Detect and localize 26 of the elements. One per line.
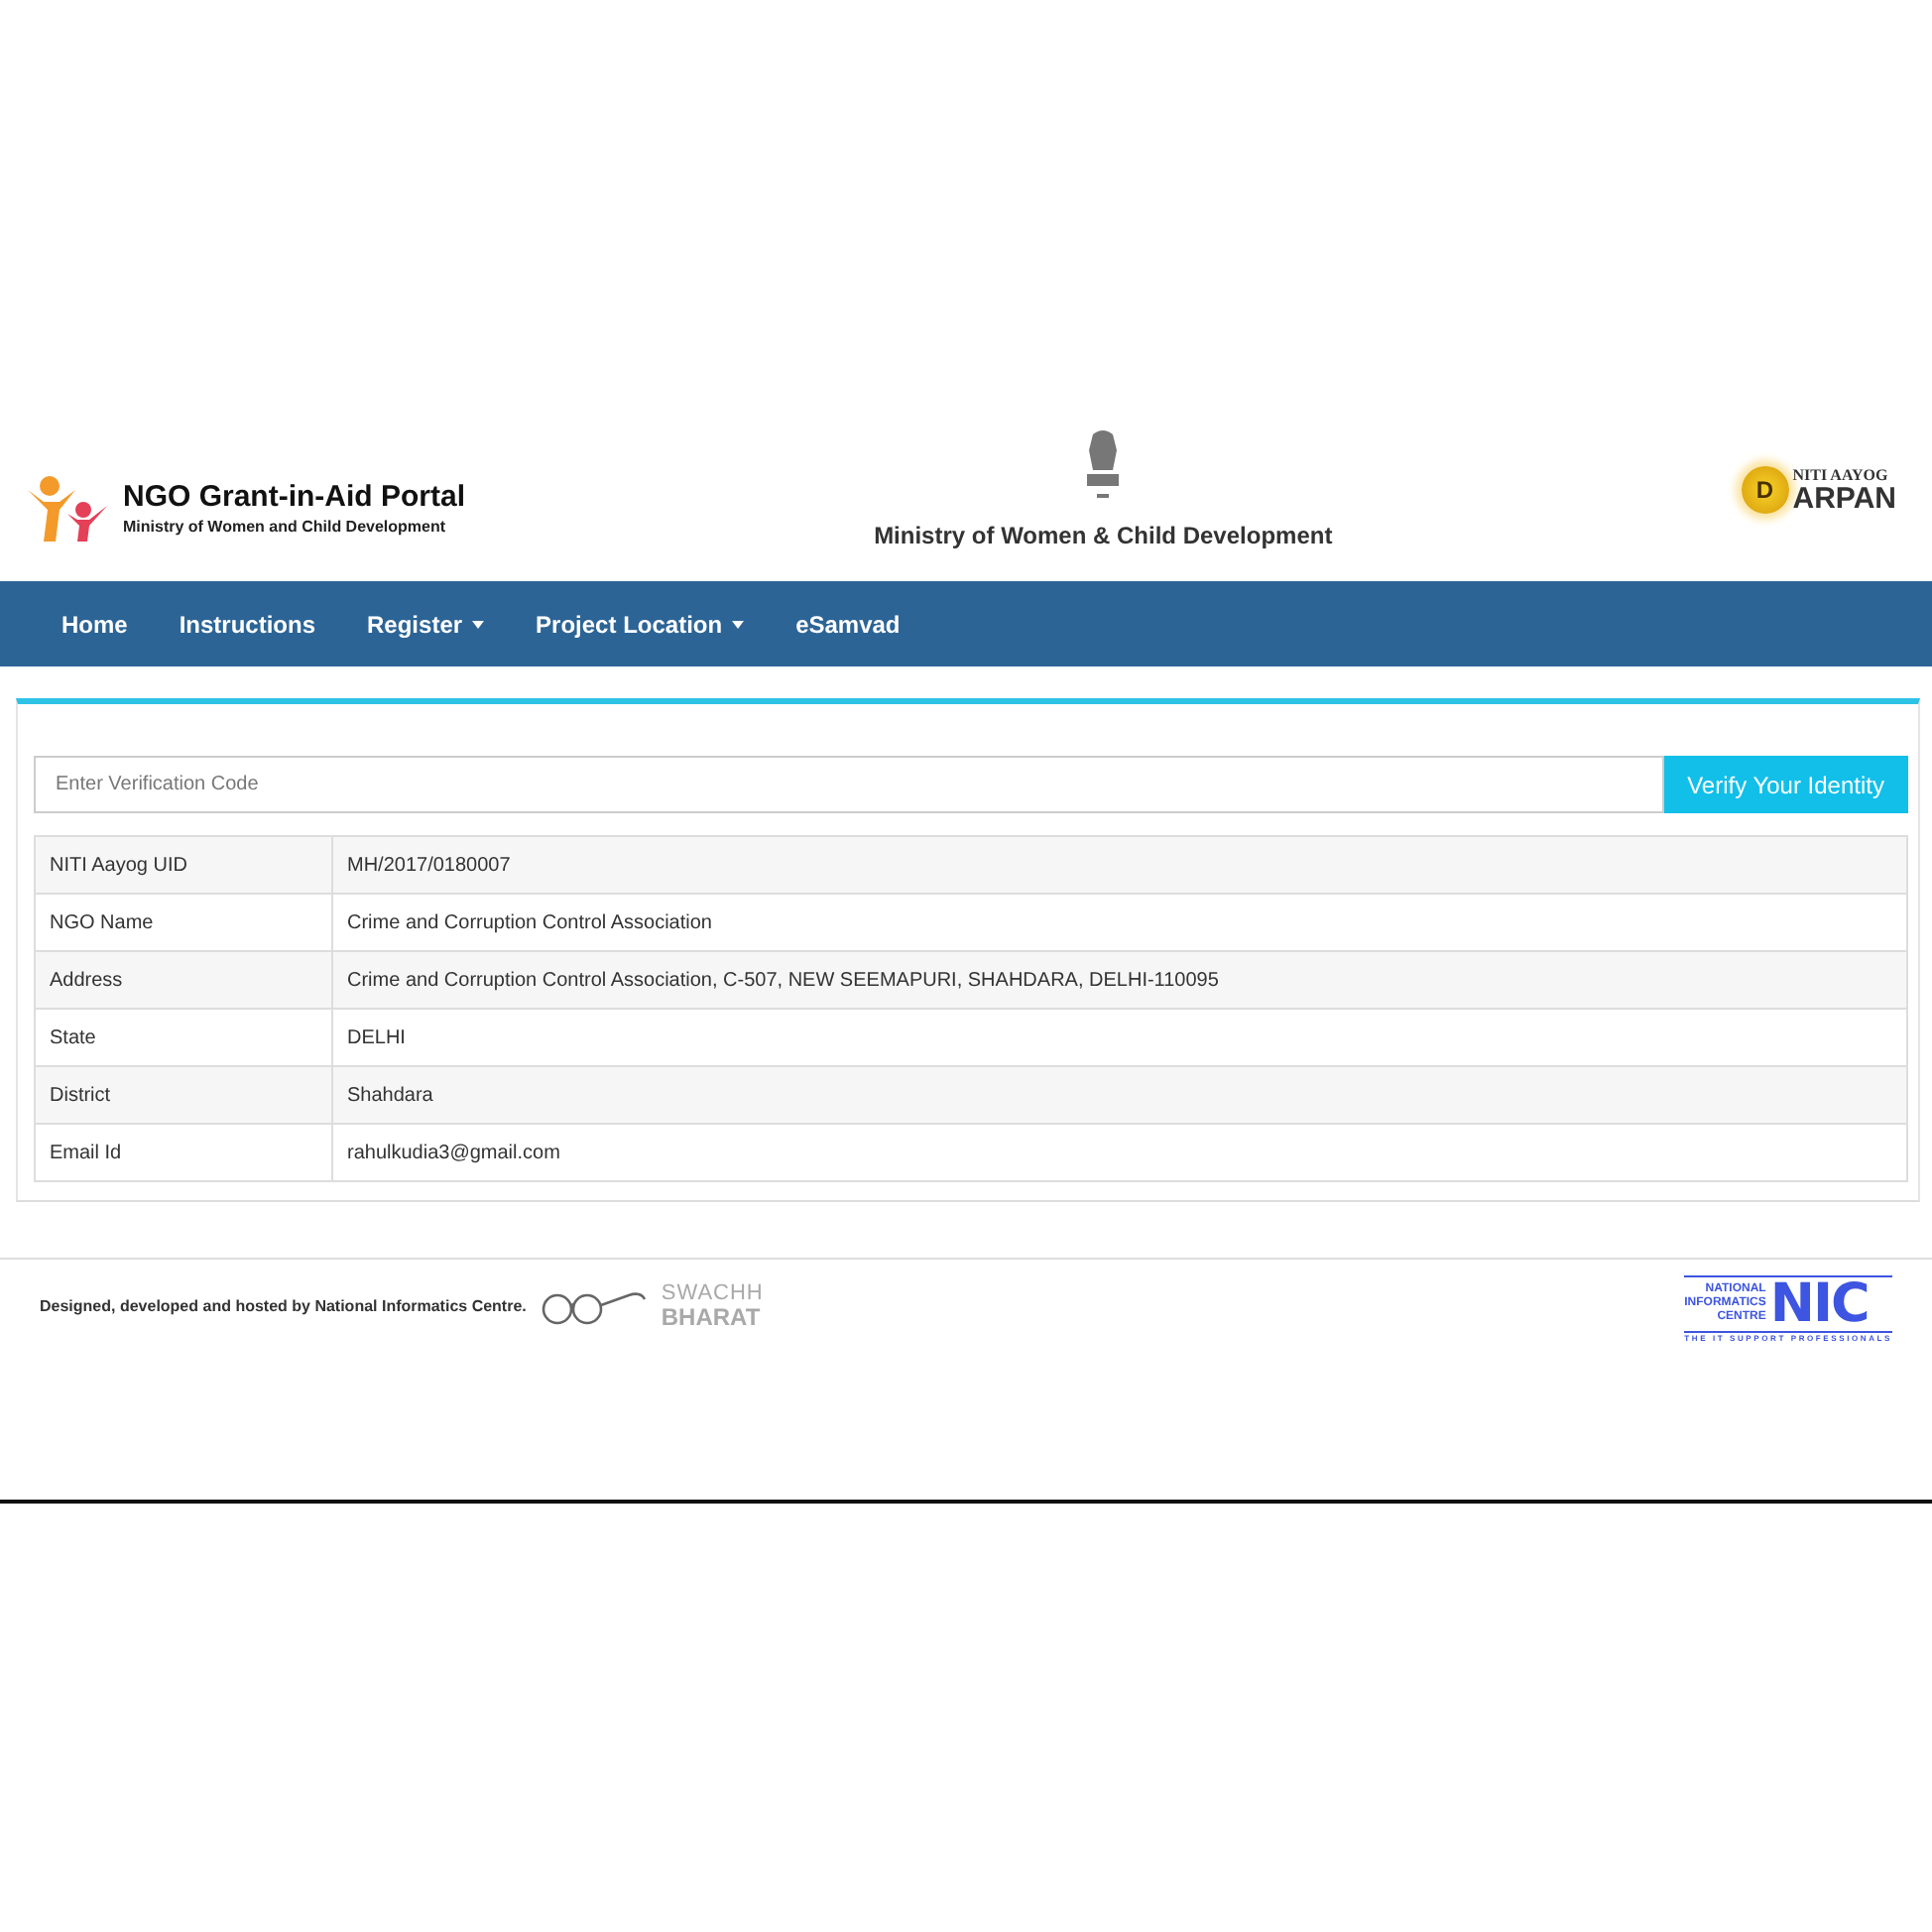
darpan-coin-icon: D — [1741, 466, 1789, 514]
field-label: District — [35, 1066, 332, 1124]
field-value: rahulkudia3@gmail.com — [332, 1124, 1907, 1181]
nav-link[interactable]: Home — [36, 610, 154, 638]
nic-logo-mark: NIC — [1769, 1277, 1869, 1331]
caret-icon — [472, 620, 485, 628]
field-value: Shahdara — [332, 1066, 1907, 1124]
field-value: Crime and Corruption Control Association, C-507, NEW SEEMAPURI, SHAHDARA, DELHI-110095 — [332, 951, 1907, 1009]
field-label: Email Id — [35, 1124, 332, 1181]
field-value: MH/2017/0180007 — [332, 836, 1907, 894]
ministry-name: Ministry of Women & Child Development — [874, 522, 1333, 549]
nav-link[interactable]: Project Location — [510, 610, 771, 638]
darpan-name: ARPAN — [1792, 484, 1896, 514]
field-label: NITI Aayog UID — [35, 836, 332, 894]
bharat-label: BHARAT — [661, 1305, 763, 1329]
nav-link[interactable]: Instructions — [153, 610, 342, 638]
field-label: Address — [35, 951, 332, 1009]
nav-link[interactable]: eSamvad — [770, 610, 926, 638]
portal-subtitle: Ministry of Women and Child Development — [123, 518, 448, 536]
nav-link[interactable]: Register — [341, 610, 511, 638]
footer-credit: Designed, developed and hosted by National Informatics Centre. — [40, 1297, 527, 1315]
verification-code-field[interactable]: Enter Verification Code — [34, 756, 1664, 813]
swachh-label: SWACHH — [661, 1283, 764, 1305]
portal-title: NGO Grant-in-Aid Portal — [123, 480, 465, 514]
caret-icon — [732, 620, 745, 628]
darpan-label: NITI AAYOG — [1792, 466, 1888, 484]
